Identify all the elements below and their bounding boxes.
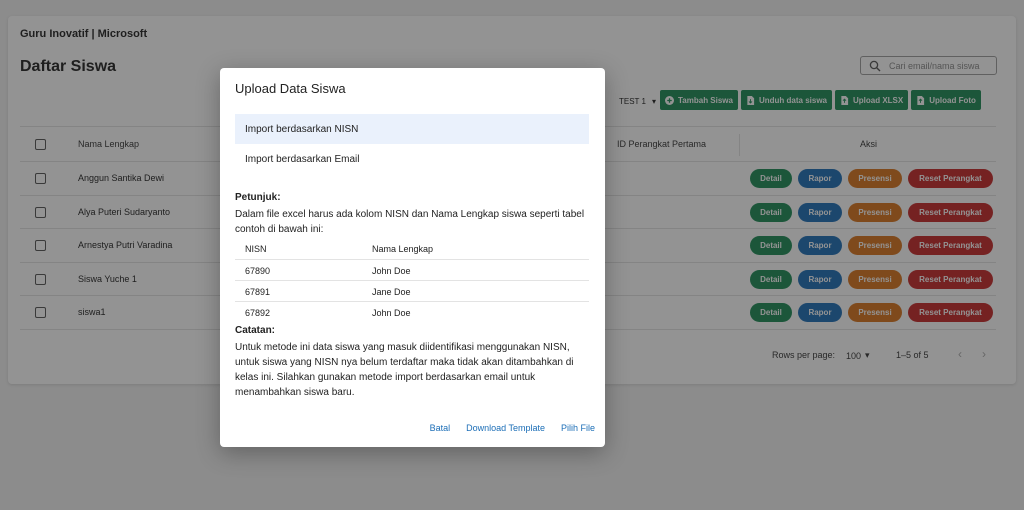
modal-actions: Batal Download Template Pilih File [430, 423, 595, 433]
example-name: John Doe [372, 266, 411, 276]
example-header-nisn: NISN [245, 244, 267, 254]
example-nisn: 67890 [245, 266, 271, 276]
import-email-option[interactable]: Import berdasarkan Email [235, 144, 589, 174]
instructions-text: Dalam file excel harus ada kolom NISN da… [235, 209, 585, 235]
modal-title: Upload Data Siswa [235, 81, 346, 96]
choose-file-button[interactable]: Pilih File [561, 423, 595, 433]
example-header-name: Nama Lengkap [372, 244, 434, 254]
example-name: Jane Doe [372, 287, 411, 297]
example-name: John Doe [372, 308, 411, 318]
example-row: 67891 Jane Doe [235, 281, 589, 302]
instructions-heading: Petunjuk: [235, 192, 281, 203]
example-table-header: NISN Nama Lengkap [235, 238, 589, 260]
note-text: Untuk metode ini data siswa yang masuk d… [235, 342, 574, 398]
example-nisn: 67892 [245, 308, 271, 318]
download-template-button[interactable]: Download Template [466, 423, 545, 433]
example-row: 67892 John Doe [235, 302, 589, 323]
example-row: 67890 John Doe [235, 260, 589, 281]
note-heading: Catatan: [235, 325, 276, 336]
example-table: NISN Nama Lengkap 67890 John Doe 67891 J… [235, 238, 589, 323]
cancel-button[interactable]: Batal [430, 423, 451, 433]
import-nisn-option[interactable]: Import berdasarkan NISN [235, 114, 589, 144]
example-nisn: 67891 [245, 287, 271, 297]
upload-modal: Upload Data Siswa Import berdasarkan NIS… [220, 68, 605, 447]
